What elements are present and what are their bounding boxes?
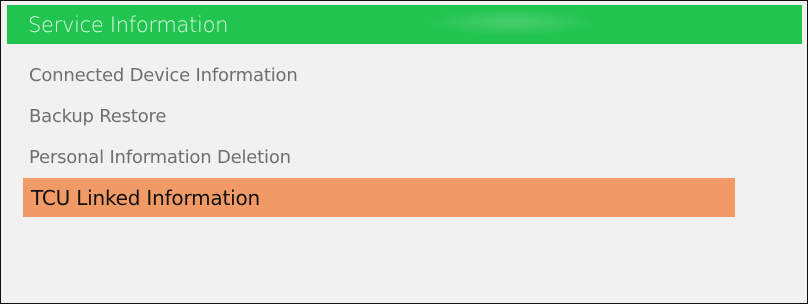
menu-item-label: Personal Information Deletion <box>29 146 291 168</box>
header-glare <box>427 8 597 36</box>
page-title: Service Information <box>28 12 229 37</box>
infotainment-screen: Service Information Connected Device Inf… <box>0 0 808 304</box>
menu-item-label: Backup Restore <box>29 105 167 127</box>
menu-item-label: TCU Linked Information <box>31 185 260 210</box>
menu-item-backup-restore[interactable]: Backup Restore <box>17 97 717 135</box>
menu-item-label: Connected Device Information <box>29 64 298 86</box>
menu-item-tcu-linked-information[interactable]: TCU Linked Information <box>23 178 735 217</box>
header-bar: Service Information <box>7 5 802 44</box>
menu-item-personal-information-deletion[interactable]: Personal Information Deletion <box>17 138 717 176</box>
menu-item-connected-device-information[interactable]: Connected Device Information <box>17 56 717 94</box>
